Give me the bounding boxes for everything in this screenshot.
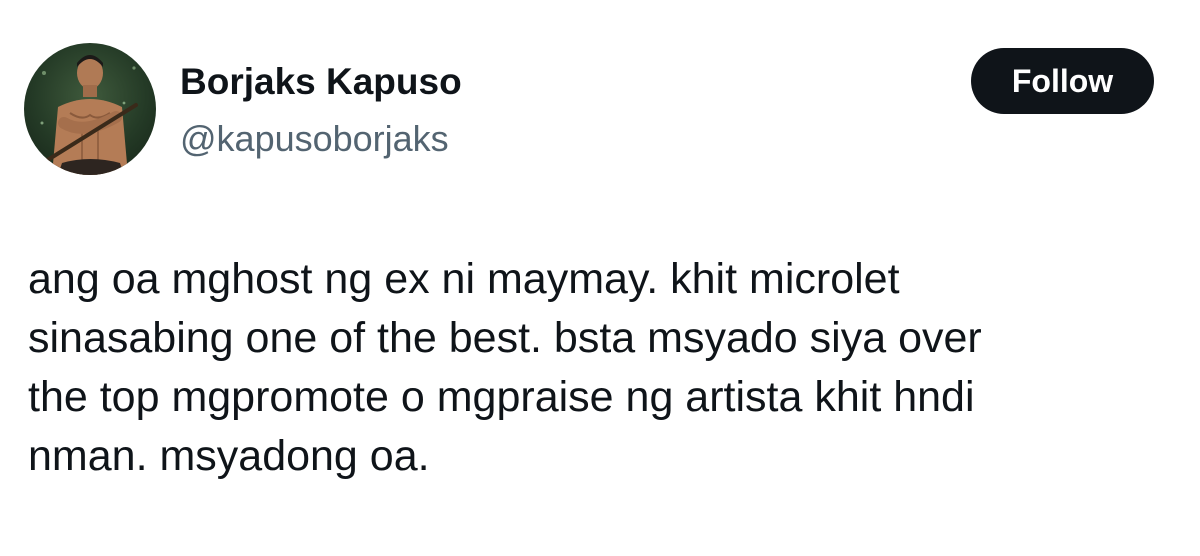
follow-button[interactable]: Follow <box>971 48 1154 114</box>
tweet-text-line: the top mgpromote o mgpraise ng artista … <box>28 373 975 421</box>
tweet-card: Borjaks Kapuso @kapusoborjaks Follow ang… <box>0 0 1200 556</box>
tweet-text-line: sinasabing one of the best. bsta msyado … <box>28 314 982 362</box>
display-name[interactable]: Borjaks Kapuso <box>180 60 462 104</box>
tweet-text-line: nman. msyadong oa. <box>28 432 430 480</box>
tweet-text-line: ang oa mghost ng ex ni maymay. khit micr… <box>28 255 900 303</box>
avatar[interactable] <box>24 43 156 175</box>
user-handle[interactable]: @kapusoborjaks <box>180 117 449 161</box>
avatar-photo-icon <box>40 55 138 175</box>
tweet-text: ang oa mghost ng ex ni maymay. khit micr… <box>28 250 1178 486</box>
